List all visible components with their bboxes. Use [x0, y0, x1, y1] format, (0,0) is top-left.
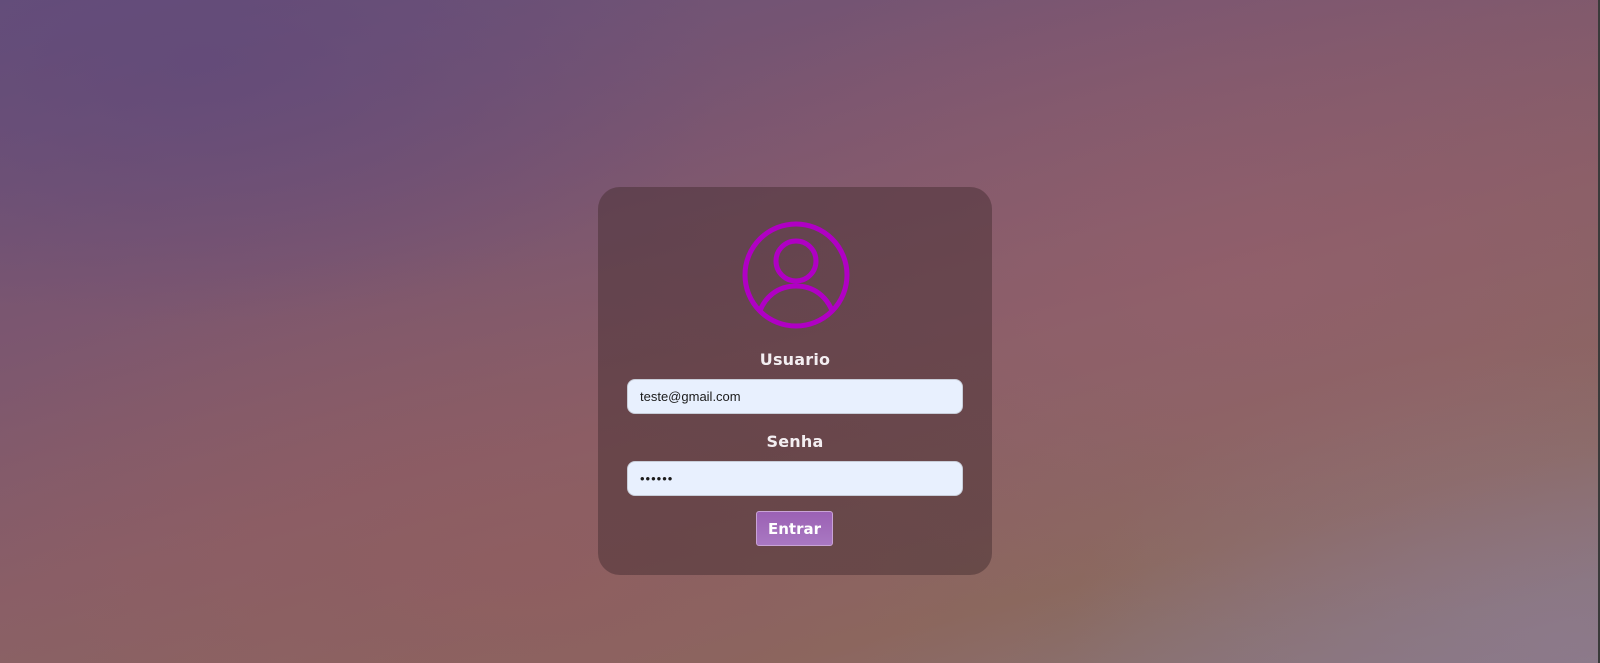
- password-input[interactable]: [627, 461, 963, 496]
- username-label: Usuario: [759, 350, 831, 369]
- page-background: Usuario Senha Entrar: [0, 0, 1600, 663]
- user-circle-icon: [741, 220, 851, 330]
- login-submit-button[interactable]: Entrar: [756, 511, 833, 546]
- login-card: Usuario Senha Entrar: [598, 187, 992, 575]
- username-input[interactable]: [627, 379, 963, 414]
- password-label: Senha: [766, 432, 824, 451]
